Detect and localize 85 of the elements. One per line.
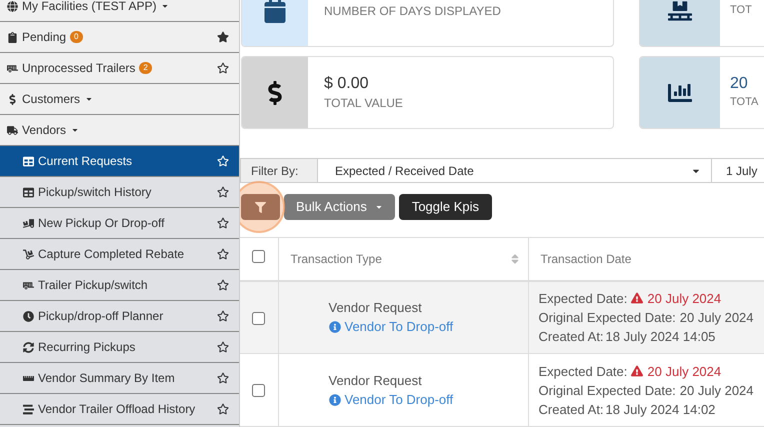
sidebar-label: Pickup/switch History (38, 184, 152, 201)
sidebar-item[interactable]: Customers (0, 84, 239, 115)
dolly-icon (23, 248, 34, 260)
star-icon[interactable] (217, 248, 229, 260)
sidebar-item[interactable]: Vendors (0, 115, 239, 146)
info-icon (328, 321, 340, 333)
date-value: 20 July 2024 (680, 308, 754, 327)
column-header[interactable]: Transaction Type (278, 238, 528, 280)
truck-icon (7, 124, 18, 136)
sidebar-item[interactable]: Pending 0 (0, 22, 239, 53)
column-label: Transaction Type (290, 250, 383, 268)
table-icon (23, 186, 34, 198)
transaction-type: Vendor Request (328, 298, 423, 317)
sidebar-label: Vendor Trailer Offload History (38, 401, 196, 418)
kpi-label: NUMBER OF DAYS DISPLAYED (324, 2, 501, 20)
date-value: 18 July 2024 14:02 (606, 400, 716, 418)
trailer-icon (23, 280, 34, 290)
trailer-icon (7, 62, 18, 74)
date-value: 20 July 2024 (647, 290, 722, 308)
toggle-kpis-button[interactable]: Toggle Kpis (398, 194, 492, 220)
date-label: Original Expected Date: (538, 382, 676, 400)
star-icon[interactable] (217, 341, 229, 353)
kpi-label: TOTA (730, 95, 758, 110)
bulk-actions-button[interactable]: Bulk Actions (284, 194, 395, 220)
sidebar-label: Recurring Pickups (38, 339, 136, 356)
row-checkbox[interactable] (252, 312, 266, 325)
sidebar-label: Unprocessed Trailers (22, 60, 136, 77)
star-icon[interactable] (217, 217, 229, 229)
count-badge: 2 (139, 62, 152, 74)
date-value: 20 July 2024 (647, 362, 722, 380)
sidebar-label: Capture Completed Rebate (38, 246, 184, 263)
list-icon (23, 404, 34, 414)
star-icon[interactable] (217, 186, 229, 198)
star-icon[interactable] (217, 403, 229, 415)
star-icon[interactable] (217, 279, 229, 291)
click-highlight (240, 181, 285, 233)
sidebar-item[interactable]: Current Requests (0, 146, 239, 177)
kpi-value: 20 (730, 74, 749, 94)
date-value: 20 July 2024 (680, 382, 754, 400)
date-label: Created At: (538, 400, 604, 418)
sidebar-label: Pickup/drop-off Planner (38, 308, 164, 325)
clock-icon (23, 310, 34, 322)
transaction-type: Vendor Request (328, 372, 423, 390)
kpi-label: TOT (730, 3, 752, 18)
sort-icon (510, 252, 520, 265)
count-badge: 0 (70, 31, 82, 43)
select-all-checkbox[interactable] (252, 250, 266, 263)
date-label: Expected Date: (538, 362, 628, 380)
date-label: Original Expected Date: (538, 308, 676, 327)
row-checkbox[interactable] (252, 384, 266, 398)
filter-button[interactable] (241, 194, 280, 220)
caret-icon (374, 203, 383, 211)
sidebar-label: New Pickup Or Drop-off (38, 215, 164, 232)
transaction-link[interactable]: Vendor To Drop-off (344, 390, 454, 410)
kpi-value: $ 0.00 (324, 74, 370, 94)
globe-icon (7, 0, 18, 12)
sidebar-item[interactable]: Unprocessed Trailers 2 (0, 53, 239, 84)
kpi-label: TOTAL VALUE (324, 94, 403, 112)
star-icon[interactable] (217, 62, 229, 74)
sync-icon (23, 342, 34, 352)
sidebar-label: Customers (22, 91, 80, 108)
dollar-icon (7, 94, 18, 104)
star-icon[interactable] (217, 310, 229, 322)
date-label: Expected Date: (538, 290, 628, 308)
filter-icon (255, 202, 266, 212)
column-label: Transaction Date (540, 250, 632, 268)
date-label: Created At: (538, 328, 604, 346)
star-icon[interactable] (217, 372, 229, 384)
sidebar-label: My Facilities (TEST APP) (22, 0, 156, 15)
sidebar-label: Vendor Summary By Item (38, 370, 175, 387)
sidebar-label: Vendors (22, 122, 66, 139)
star-icon[interactable] (217, 155, 229, 167)
loading-truck-icon (23, 218, 34, 228)
date-value: 18 July 2024 14:05 (606, 328, 716, 346)
star-icon[interactable] (217, 31, 229, 43)
clipboard-icon (7, 32, 18, 42)
info-icon (328, 394, 340, 406)
sidebar-label: Current Requests (38, 153, 132, 170)
calendar-icon (263, 0, 287, 22)
sidebar-item[interactable]: My Facilities (TEST APP) (0, 0, 239, 22)
pallet-icon (668, 0, 692, 22)
sidebar-label: Trailer Pickup/switch (38, 277, 148, 294)
column-header[interactable]: Transaction Date (528, 238, 764, 280)
sidebar-label: Pending (22, 29, 66, 46)
table-icon (23, 156, 34, 166)
